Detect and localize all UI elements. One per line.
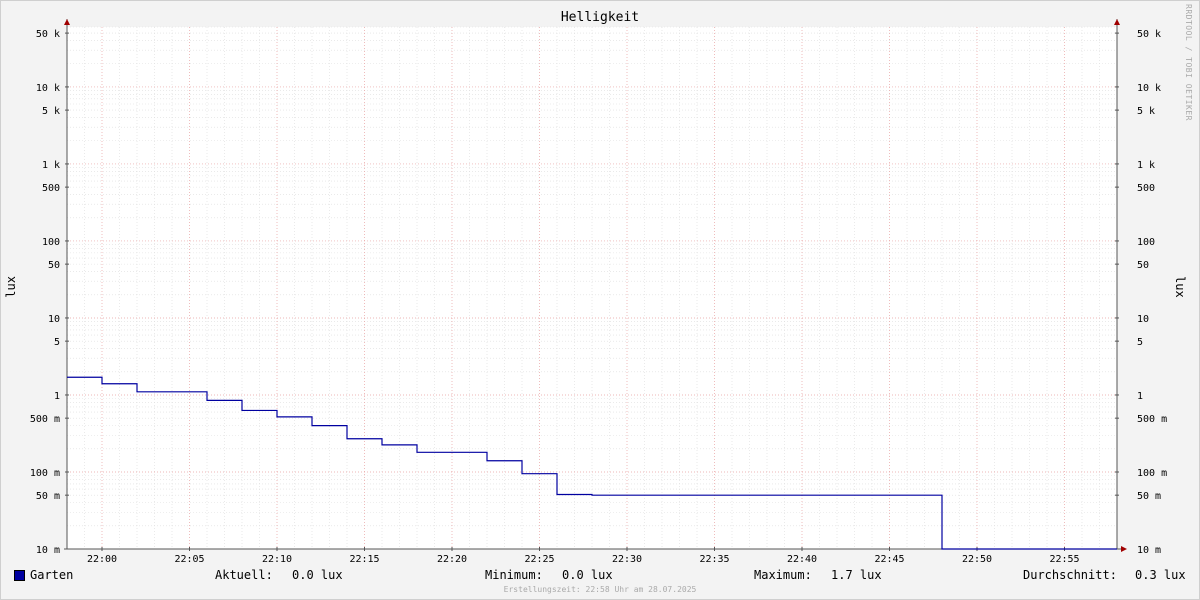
legend-min-value: 0.0 lux [562, 568, 613, 582]
legend-swatch-garten [14, 570, 25, 581]
legend-min-label: Minimum: [485, 568, 543, 582]
y-tick-label-left: 100 [42, 237, 60, 248]
y-tick-label-left: 100 m [30, 468, 60, 479]
y-tick-label-right: 10 k [1137, 83, 1161, 94]
x-tick-label: 22:25 [524, 554, 554, 565]
y-tick-label-left: 500 m [30, 414, 60, 425]
y-tick-label-right: 50 k [1137, 29, 1161, 40]
y-tick-label-left: 5 [54, 337, 60, 348]
y-tick-label-right: 1 k [1137, 160, 1155, 171]
y-tick-label-left: 1 k [42, 160, 60, 171]
chart-svg: 50 k 50 k 10 k 10 k 5 k 5 k 1 k 1 k 500 500 100 100… [30, 19, 1167, 565]
x-tick-label: 22:55 [1049, 554, 1079, 565]
x-tick-label: 22:10 [262, 554, 292, 565]
y-tick-label-left: 10 [48, 314, 60, 325]
y-tick-label-left: 10 m [36, 545, 60, 556]
y-tick-label-left: 50 k [36, 29, 60, 40]
x-tick-label: 22:00 [87, 554, 117, 565]
y-tick-label-left: 10 k [36, 83, 60, 94]
legend-max-value: 1.7 lux [831, 568, 882, 582]
x-tick-label: 22:35 [699, 554, 729, 565]
y-tick-label-right: 5 [1137, 337, 1143, 348]
y-tick-label-right: 50 [1137, 260, 1149, 271]
x-tick-label: 22:45 [874, 554, 904, 565]
legend-avg-label: Durchschnitt: [1023, 568, 1117, 582]
y-tick-label-left: 1 [54, 391, 60, 402]
x-tick-label: 22:20 [437, 554, 467, 565]
y-tick-label-left: 50 [48, 260, 60, 271]
y-tick-label-left: 5 k [42, 106, 60, 117]
y-tick-label-right: 5 k [1137, 106, 1155, 117]
legend-current-label: Aktuell: [215, 568, 273, 582]
legend-max-label: Maximum: [754, 568, 812, 582]
y-tick-label-right: 100 m [1137, 468, 1167, 479]
y-tick-label-left: 50 m [36, 491, 60, 502]
x-axis-arrow [1121, 546, 1127, 552]
x-tick-label: 22:30 [612, 554, 642, 565]
y-tick-label-right: 10 [1137, 314, 1149, 325]
y-tick-label-right: 100 [1137, 237, 1155, 248]
creation-time-footer: Erstellungszeit: 22:58 Uhr am 28.07.2025 [503, 585, 697, 594]
y-tick-label-right: 500 [1137, 183, 1155, 194]
y-axis-arrow-left [64, 19, 70, 25]
y-tick-label-left: 500 [42, 183, 60, 194]
y-tick-label-right: 10 m [1137, 545, 1161, 556]
y-tick-label-right: 50 m [1137, 491, 1161, 502]
y-tick-label-right: 500 m [1137, 414, 1167, 425]
y-tick-label-right: 1 [1137, 391, 1143, 402]
x-tick-label: 22:15 [349, 554, 379, 565]
x-tick-label: 22:50 [962, 554, 992, 565]
y-axis-arrow-right [1114, 19, 1120, 25]
legend-current-value: 0.0 lux [292, 568, 343, 582]
legend-series-name: Garten [30, 568, 74, 582]
legend-avg-value: 0.3 lux [1135, 568, 1186, 582]
x-tick-label: 22:05 [174, 554, 204, 565]
x-tick-label: 22:40 [787, 554, 817, 565]
